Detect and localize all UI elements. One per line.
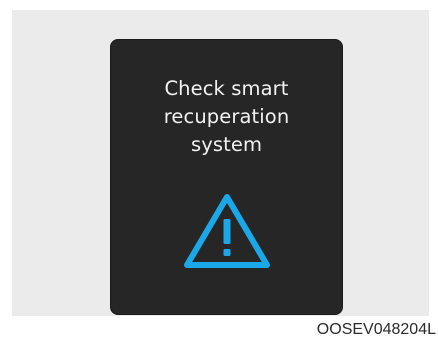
warning-triangle-icon — [184, 194, 270, 268]
cluster-display: Check smart recuperation system — [111, 40, 342, 314]
message-line-2: recuperation — [163, 105, 290, 128]
exclamation-bar — [223, 219, 231, 244]
message-line-3: system — [190, 133, 263, 156]
exclamation-dot — [223, 249, 231, 256]
message-line-1: Check smart — [164, 77, 289, 100]
warning-message: Check smart recuperation system — [111, 75, 342, 159]
figure-code: OOSEV048204L — [316, 321, 436, 338]
